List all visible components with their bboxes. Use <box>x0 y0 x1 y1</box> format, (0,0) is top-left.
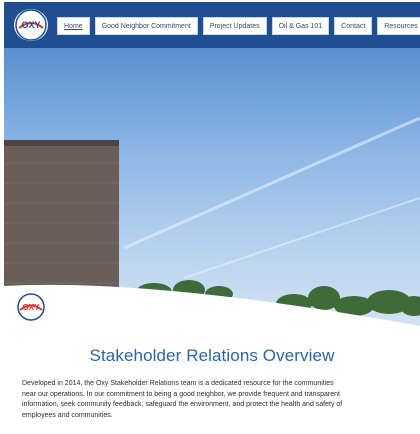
paragraph-line: near our operations. In our commitment t… <box>22 390 340 398</box>
oxy-logo-text: OXY <box>21 20 40 30</box>
nav-good-neighbor-commitment[interactable]: Good Neighbor Commitment <box>94 17 198 35</box>
page-title: Stakeholder Relations Overview <box>89 346 335 365</box>
oxy-small-logo-icon: OXY <box>17 293 45 321</box>
paragraph-line: information, seek community feedback, sa… <box>22 401 343 408</box>
nav-home[interactable]: Home <box>57 17 90 35</box>
nav-project-updates[interactable]: Project Updates <box>202 17 267 35</box>
nav-contact[interactable]: Contact <box>334 17 373 35</box>
paragraph-line: Developed in 2014, the Oxy Stakeholder R… <box>22 380 334 387</box>
nav-resources[interactable]: Resources <box>377 17 420 35</box>
main-content: OXY Stakeholder Relations Overview Devel… <box>4 292 420 434</box>
building <box>4 140 119 300</box>
main-nav: Home Good Neighbor Commitment Project Up… <box>57 17 420 35</box>
nav-oil-gas-101[interactable]: Oil & Gas 101 <box>271 17 330 35</box>
page: OXY Home Good Neighbor Commitment Projec… <box>4 2 420 434</box>
oxy-small-logo-text: OXY <box>23 303 41 312</box>
oxy-logo-icon: OXY <box>15 9 47 41</box>
oxy-logo[interactable]: OXY <box>14 9 48 41</box>
header-bar: OXY Home Good Neighbor Commitment Projec… <box>4 2 420 48</box>
intro-paragraph: Developed in 2014, the Oxy Stakeholder R… <box>22 379 420 421</box>
paragraph-line: employees and communities. <box>22 411 113 419</box>
